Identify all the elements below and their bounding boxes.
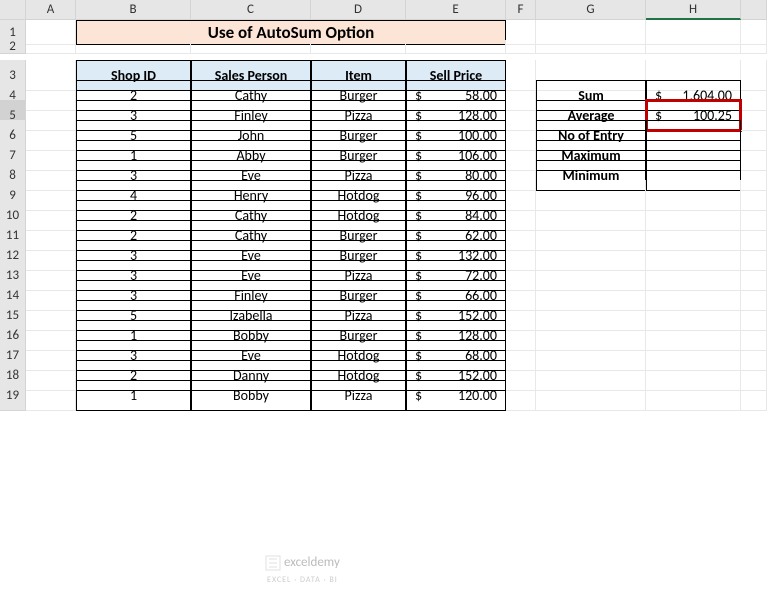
row-header-2[interactable]: 2 [0,40,26,54]
col-header-A[interactable]: A [26,0,76,20]
row-header-19[interactable]: 19 [0,380,26,411]
blank-cell[interactable] [506,40,536,54]
cell-shop-id[interactable]: 1 [76,380,191,411]
blank-cell[interactable] [536,380,646,411]
col-header-G[interactable]: G [536,0,646,20]
blank-cell[interactable] [741,380,767,411]
col-header-B[interactable]: B [76,0,191,20]
col-header-C[interactable]: C [191,0,311,20]
blank-cell[interactable] [191,40,311,54]
blank-cell[interactable] [26,40,76,54]
col-header-D[interactable]: D [311,0,406,20]
cell-sales-person[interactable]: Bobby [191,380,311,411]
cell-item[interactable]: Pizza [311,380,406,411]
blank-cell[interactable] [741,40,767,54]
blank-cell[interactable] [26,380,76,411]
currency-symbol: $ [415,387,422,404]
blank-cell[interactable] [406,40,506,54]
blank-cell[interactable] [646,380,741,411]
price-value: 120.00 [458,387,497,404]
col-header-corner[interactable] [741,0,767,20]
col-header-F[interactable]: F [506,0,536,20]
blank-cell[interactable] [646,40,741,54]
blank-cell[interactable] [311,40,406,54]
col-header-E[interactable]: E [406,0,506,20]
blank-cell[interactable] [506,380,536,411]
watermark: exceldemy EXCEL · DATA · BI [265,555,340,586]
col-header-corner[interactable] [0,0,26,20]
blank-cell[interactable] [76,40,191,54]
blank-cell[interactable] [536,40,646,54]
col-header-H[interactable]: H [646,0,741,20]
cell-sell-price[interactable]: $120.00 [406,380,506,411]
